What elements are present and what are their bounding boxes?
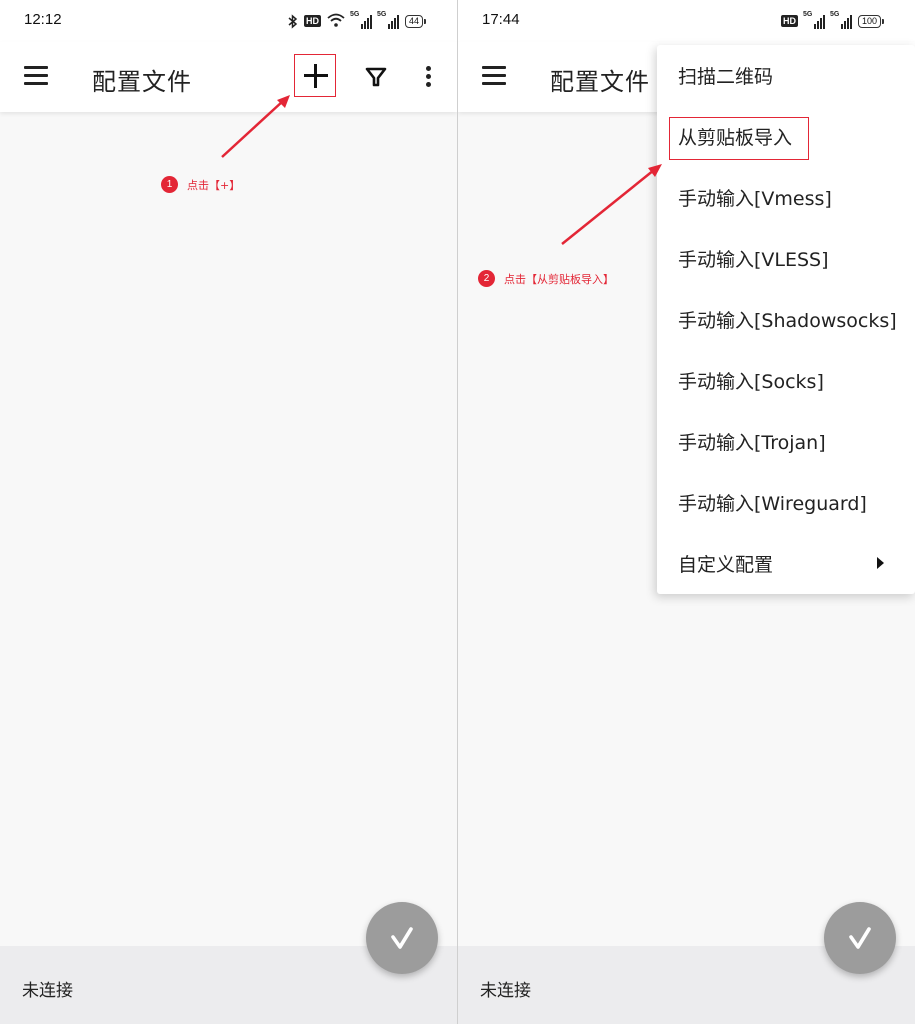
battery-icon: 100 — [857, 14, 885, 28]
menu-item-custom-config[interactable]: 自定义配置 — [678, 550, 773, 580]
page-title: 配置文件 — [92, 68, 192, 96]
chevron-right-icon — [877, 557, 884, 569]
menu-icon[interactable] — [482, 66, 506, 86]
menu-item-manual-trojan[interactable]: 手动输入[Trojan] — [678, 428, 826, 458]
hd-badge: HD — [303, 15, 321, 27]
status-icons: HD 5G 5G 44 — [288, 11, 427, 31]
status-bar: 12:12 HD 5G 5G 44 — [0, 0, 457, 42]
annotation-highlight-box — [294, 54, 336, 97]
annotation-text: 点击【+】 — [187, 178, 241, 192]
connect-fab-button[interactable] — [824, 902, 896, 974]
annotation-arrow — [221, 95, 290, 158]
v-logo-icon — [391, 927, 413, 949]
connect-fab-button[interactable] — [366, 902, 438, 974]
annotation-step: 1 点击【+】 — [161, 176, 240, 193]
signal-icon: 5G — [830, 11, 852, 29]
battery-icon: 44 — [404, 14, 427, 28]
annotation-arrow — [561, 164, 662, 245]
signal-icon: 5G — [377, 11, 399, 29]
connection-status: 未连接 — [480, 981, 531, 1001]
annotation-text: 点击【从剪贴板导入】 — [504, 272, 614, 286]
filter-icon[interactable] — [365, 66, 387, 92]
left-screenshot: 12:12 HD 5G 5G 44 配置文件 1 点击【+】 未连接 — [0, 0, 457, 1024]
page-title: 配置文件 — [550, 68, 650, 96]
annotation-highlight-box — [669, 117, 809, 160]
bluetooth-icon — [288, 13, 298, 29]
signal-icon: 5G — [350, 11, 372, 29]
hd-badge: HD — [780, 15, 798, 27]
add-menu-dropdown: 扫描二维码 从剪贴板导入 手动输入[Vmess] 手动输入[VLESS] 手动输… — [657, 45, 915, 594]
step-badge: 1 — [161, 176, 178, 193]
menu-item-manual-shadowsocks[interactable]: 手动输入[Shadowsocks] — [678, 306, 897, 336]
menu-item-manual-vmess[interactable]: 手动输入[Vmess] — [678, 184, 832, 214]
menu-item-manual-wireguard[interactable]: 手动输入[Wireguard] — [678, 489, 867, 519]
status-bar: 17:44 HD 5G 5G 100 — [458, 0, 915, 42]
menu-item-manual-socks[interactable]: 手动输入[Socks] — [678, 367, 824, 397]
menu-item-manual-vless[interactable]: 手动输入[VLESS] — [678, 245, 829, 275]
menu-icon[interactable] — [24, 66, 48, 86]
annotation-step: 2 点击【从剪贴板导入】 — [478, 270, 614, 287]
menu-item-scan-qr[interactable]: 扫描二维码 — [678, 62, 773, 92]
step-badge: 2 — [478, 270, 495, 287]
v-logo-icon — [849, 927, 871, 949]
connection-status: 未连接 — [22, 981, 73, 1001]
more-vert-icon[interactable] — [426, 66, 432, 88]
status-time: 17:44 — [482, 11, 520, 28]
right-screenshot: 17:44 HD 5G 5G 100 配置文件 扫描二维码 从剪贴板导入 手动输… — [458, 0, 915, 1024]
status-icons: HD 5G 5G 100 — [780, 11, 885, 31]
status-time: 12:12 — [24, 11, 62, 28]
wifi-icon — [327, 12, 345, 31]
signal-icon: 5G — [803, 11, 825, 29]
